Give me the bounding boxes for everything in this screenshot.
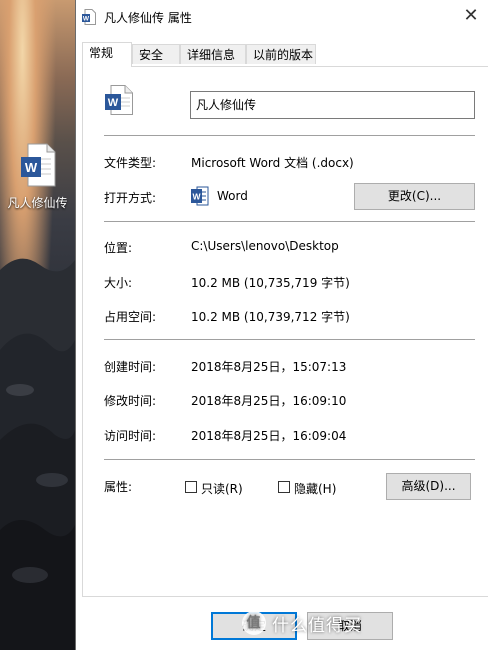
divider xyxy=(104,221,475,222)
opens-with-value: Word xyxy=(217,189,248,203)
created-value: 2018年8月25日，15:07:13 xyxy=(191,360,347,374)
watermark-text: 什么值得买 xyxy=(272,615,362,636)
hidden-checkbox[interactable] xyxy=(278,481,290,493)
file-type-label: 文件类型: xyxy=(104,156,157,170)
close-icon[interactable]: ✕ xyxy=(459,5,483,27)
attributes-label: 属性: xyxy=(104,480,133,494)
size-label: 大小: xyxy=(104,276,133,290)
size-on-disk-value: 10.2 MB (10,739,712 字节) xyxy=(191,310,350,324)
desktop-file-label: 凡人修仙传 xyxy=(7,196,68,210)
word-document-icon: W xyxy=(20,143,55,187)
location-value: C:\Users\lenovo\Desktop xyxy=(191,239,339,253)
title-bar[interactable]: W 凡人修仙传 属性 ✕ xyxy=(76,0,488,34)
size-on-disk-label: 占用空间: xyxy=(104,310,157,324)
divider xyxy=(104,135,475,136)
tab-previous-versions[interactable]: 以前的版本 xyxy=(246,44,316,64)
tab-details[interactable]: 详细信息 xyxy=(180,44,246,64)
word-document-icon: W xyxy=(105,85,133,115)
desktop-file-icon[interactable]: W 凡人修仙传 xyxy=(0,143,75,211)
created-label: 创建时间: xyxy=(104,360,157,374)
advanced-button[interactable]: 高级(D)... xyxy=(386,473,471,500)
window-title: 凡人修仙传 属性 xyxy=(104,11,192,25)
opens-with-label: 打开方式: xyxy=(104,191,157,205)
divider xyxy=(104,459,475,460)
rocks-decoration xyxy=(0,258,75,650)
accessed-value: 2018年8月25日，16:09:04 xyxy=(191,429,347,443)
file-type-value: Microsoft Word 文档 (.docx) xyxy=(191,156,354,170)
site-watermark: 值 什么值得买 xyxy=(242,608,362,638)
hidden-label: 隐藏(H) xyxy=(294,482,337,496)
readonly-checkbox[interactable] xyxy=(185,481,197,493)
change-button[interactable]: 更改(C)... xyxy=(354,183,475,210)
readonly-label: 只读(R) xyxy=(201,482,243,496)
location-label: 位置: xyxy=(104,241,133,255)
word-app-icon: W xyxy=(191,186,209,206)
watermark-logo-icon: 值 xyxy=(242,611,266,635)
accessed-label: 访问时间: xyxy=(104,429,157,443)
modified-value: 2018年8月25日，16:09:10 xyxy=(191,394,347,408)
size-value: 10.2 MB (10,735,719 字节) xyxy=(191,276,350,290)
desktop-background: W 凡人修仙传 xyxy=(0,0,75,650)
svg-text:W: W xyxy=(108,97,119,109)
tab-security[interactable]: 安全 xyxy=(132,44,180,64)
filename-input[interactable]: 凡人修仙传 xyxy=(190,91,475,119)
modified-label: 修改时间: xyxy=(104,394,157,408)
word-document-icon: W xyxy=(82,9,96,25)
properties-dialog: W 凡人修仙传 属性 ✕ 常规 安全 详细信息 以前的版本 W 凡人修仙传 文件… xyxy=(75,0,488,650)
divider xyxy=(104,339,475,340)
svg-text:W: W xyxy=(83,16,90,23)
tab-general[interactable]: 常规 xyxy=(82,42,132,67)
general-panel: W 凡人修仙传 文件类型: Microsoft Word 文档 (.docx) … xyxy=(82,66,488,597)
svg-text:W: W xyxy=(24,160,37,175)
svg-text:W: W xyxy=(192,192,201,202)
